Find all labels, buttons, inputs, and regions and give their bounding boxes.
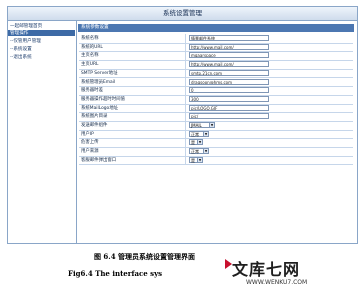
row-divider <box>185 77 186 87</box>
row-divider <box>185 60 186 69</box>
popup-window-select[interactable]: 是 ▼ <box>189 156 203 163</box>
timeout-field[interactable]: 300 <box>189 95 269 102</box>
chevron-down-icon: ▼ <box>197 157 202 162</box>
watermark-logo: 文库七网 <box>232 260 301 279</box>
homepage-url-field[interactable]: http://www.mail.com/ <box>189 61 269 68</box>
field-label: 危害上传 <box>81 140 99 146</box>
window-title: 系统设置管理 <box>8 7 357 21</box>
field-label: 服务器操作超时时间值 <box>81 96 125 102</box>
system-name-field[interactable]: 情景邮件系统 <box>189 35 269 41</box>
row-divider <box>185 129 186 139</box>
field-label: 主页名称 <box>81 53 99 59</box>
row-divider <box>185 121 186 130</box>
system-url-field[interactable]: http://www.mail.com/ <box>189 43 269 50</box>
admin-email-field[interactable]: dragsoon@hms.com <box>189 78 269 85</box>
chevron-down-icon: ▼ <box>203 149 208 154</box>
row-divider <box>185 103 186 113</box>
select-value: 是 <box>191 140 195 146</box>
sidebar: 一起邮管理首页 管理操作 --仅管用户管理 --系统设置 --退出系统 <box>8 21 77 243</box>
row-divider <box>185 86 186 95</box>
form-row: 客服邮件弹出窗口 是 ▼ <box>79 155 353 166</box>
field-label: 系统图片目录 <box>81 114 108 120</box>
figure-caption-en: Fig6.4 The interface sys <box>68 269 163 278</box>
settings-window: 系统设置管理 一起邮管理首页 管理操作 --仅管用户管理 --系统设置 --退出… <box>7 6 358 244</box>
field-label: 用户IP <box>81 131 94 137</box>
field-label: SMTP Server地址 <box>81 70 118 76</box>
row-divider <box>185 68 186 78</box>
row-divider <box>185 34 186 43</box>
watermark-url: WWW.WENKU7.COM <box>246 279 308 286</box>
row-divider <box>185 51 186 61</box>
image-dir-field[interactable]: pic/ <box>189 113 269 120</box>
field-label: 系统MailLogo地址 <box>81 105 119 111</box>
smtp-server-field[interactable]: smtp.21cn.com <box>189 69 269 76</box>
section-header: 系统参数设置 <box>78 24 354 32</box>
select-value: 正常 <box>191 149 199 155</box>
field-label: 主页URL <box>81 62 99 68</box>
settings-content: 系统参数设置 系统名称 情景邮件系统 系统的URL http://www.mai… <box>78 24 354 242</box>
field-label: 发送邮件组件 <box>81 123 108 128</box>
chevron-down-icon: ▼ <box>209 123 214 127</box>
sidebar-item-user-management[interactable]: --仅管用户管理 <box>10 38 41 44</box>
field-label: 系统的URL <box>81 44 103 50</box>
field-label: 用户来源 <box>81 149 99 155</box>
figure-caption-cn: 图 6.4 管理员系统设置管理界面 <box>94 252 196 261</box>
sidebar-item-admin-ops[interactable]: 管理操作 <box>8 30 75 36</box>
select-value: 是 <box>191 157 195 163</box>
upload-select[interactable]: 是 ▼ <box>189 139 203 146</box>
chevron-down-icon: ▼ <box>203 131 208 136</box>
field-label: 系统管理员Email <box>81 79 116 85</box>
homepage-name-field[interactable]: mgaarspace <box>189 52 269 59</box>
row-divider <box>185 42 186 52</box>
watermark-arrow-icon <box>225 259 232 269</box>
field-label: 服务器时差 <box>81 88 103 94</box>
sidebar-item-home[interactable]: 一起邮管理首页 <box>10 23 42 29</box>
user-ip-select[interactable]: 正常 ▼ <box>189 130 209 137</box>
select-value: JMAIL <box>191 123 202 128</box>
row-divider <box>185 94 186 104</box>
chevron-down-icon: ▼ <box>197 140 202 145</box>
user-source-select[interactable]: 正常 ▼ <box>189 148 209 155</box>
field-label: 客服邮件弹出窗口 <box>81 157 117 163</box>
server-time-offset-field[interactable]: 0 <box>189 87 269 94</box>
row-divider <box>185 138 186 148</box>
select-value: 正常 <box>191 131 199 137</box>
field-label: 系统名称 <box>81 36 99 41</box>
mail-logo-field[interactable]: pic/LOGO.GIF <box>189 104 269 111</box>
row-divider <box>185 155 186 165</box>
sidebar-item-logout[interactable]: --退出系统 <box>10 54 32 60</box>
row-divider <box>185 147 186 156</box>
mail-component-select[interactable]: JMAIL ▼ <box>189 122 215 128</box>
row-divider <box>185 112 186 121</box>
sidebar-item-system-settings[interactable]: --系统设置 <box>10 46 32 52</box>
